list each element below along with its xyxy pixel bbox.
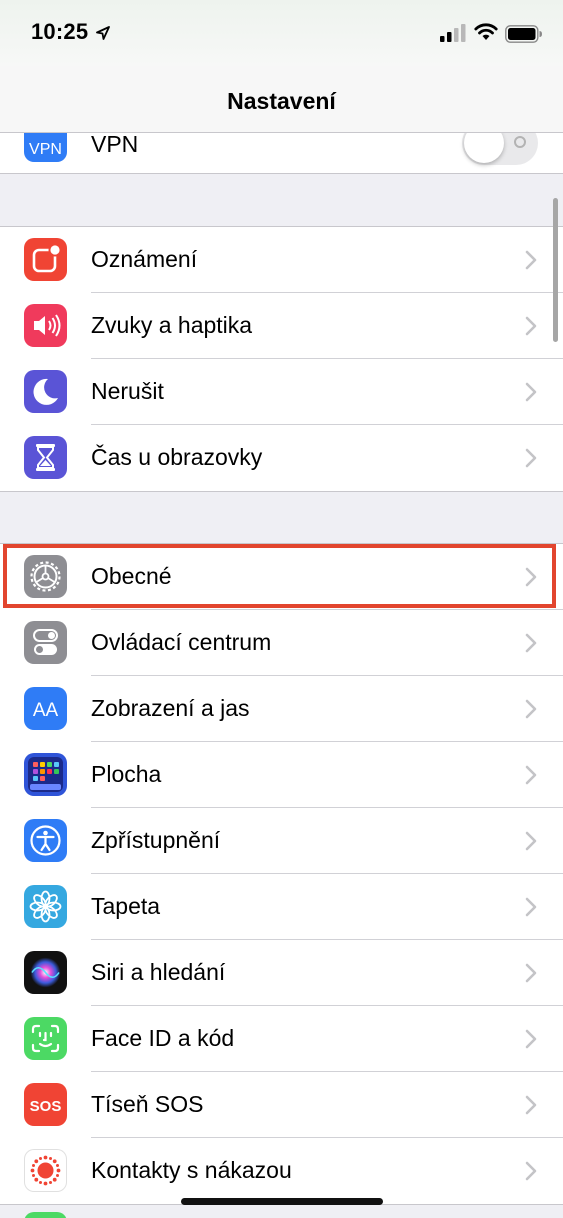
settings-row-emergency-sos[interactable]: SOS Tíseň SOS [0, 1072, 563, 1138]
settings-row-label: VPN [91, 131, 139, 157]
settings-row-home-screen[interactable]: Plocha [0, 742, 563, 808]
chevron-right-icon [525, 831, 537, 851]
settings-row-screen-time[interactable]: Čas u obrazovky [0, 425, 563, 491]
chevron-right-icon [525, 382, 537, 402]
settings-row-sounds[interactable]: Zvuky a haptika [0, 293, 563, 359]
settings-row-siri[interactable]: Siri a hledání [0, 940, 563, 1006]
moon-icon [24, 370, 67, 413]
settings-row-exposure[interactable]: Kontakty s nákazou [0, 1138, 563, 1204]
highlight-box [3, 544, 556, 608]
settings-row-control-center[interactable]: Ovládací centrum [0, 610, 563, 676]
settings-row-label: Nerušit [91, 378, 164, 404]
next-row-icon-peek [24, 1212, 67, 1218]
siri-icon [24, 951, 67, 994]
chevron-right-icon [525, 963, 537, 983]
exposure-icon [24, 1149, 67, 1192]
display-icon-text: AA [33, 700, 59, 721]
sounds-icon [24, 304, 67, 347]
settings-row-label: Face ID a kód [91, 1025, 235, 1051]
notifications-icon [24, 238, 67, 281]
face-id-icon [24, 1017, 67, 1060]
chevron-right-icon [525, 633, 537, 653]
settings-row-display[interactable]: AA Zobrazení a jas [0, 676, 563, 742]
hourglass-icon [24, 436, 67, 479]
vpn-icon-text: VPN [29, 141, 62, 158]
settings-row-label: Siri a hledání [91, 959, 226, 985]
settings-group-notifications: Oznámení Zvuky a haptika Nerušit Čas u o… [0, 226, 563, 492]
settings-row-label: Zobrazení a jas [91, 695, 250, 721]
chevron-right-icon [525, 1095, 537, 1115]
accessibility-icon [24, 819, 67, 862]
sos-icon-text: SOS [30, 1098, 62, 1115]
chevron-right-icon [525, 1029, 537, 1049]
settings-row-label: Oznámení [91, 246, 198, 272]
chevron-right-icon [525, 448, 537, 468]
sos-icon: SOS [24, 1083, 67, 1126]
battery-icon [505, 25, 542, 43]
chevron-right-icon [525, 316, 537, 336]
settings-row-accessibility[interactable]: Zpřístupnění [0, 808, 563, 874]
page-title: Nastavení [227, 88, 336, 114]
settings-row-notifications[interactable]: Oznámení [0, 227, 563, 293]
display-icon: AA [24, 687, 67, 730]
home-indicator[interactable] [181, 1198, 383, 1205]
settings-group-general: Obecné Ovládací centrum AA Zobrazení a j… [0, 543, 563, 1205]
settings-row-label: Tapeta [91, 893, 161, 919]
settings-row-label: Ovládací centrum [91, 629, 272, 655]
chevron-right-icon [525, 765, 537, 785]
chevron-right-icon [525, 699, 537, 719]
settings-row-label: Kontakty s nákazou [91, 1157, 292, 1183]
navigation-bar: Nastavení [0, 66, 563, 133]
chevron-right-icon [525, 250, 537, 270]
location-arrow-icon [96, 26, 110, 40]
chevron-right-icon [525, 897, 537, 917]
home-screen-icon [24, 753, 67, 796]
wallpaper-icon [24, 885, 67, 928]
settings-screen: 10:25 Nastavení VPN VPN Oznámení Zvuky a… [0, 0, 563, 1218]
chevron-right-icon [525, 1161, 537, 1181]
settings-row-do-not-disturb[interactable]: Nerušit [0, 359, 563, 425]
settings-row-label: Tíseň SOS [91, 1091, 204, 1117]
status-bar: 10:25 [0, 0, 563, 66]
settings-row-label: Zpřístupnění [91, 827, 221, 853]
wifi-icon [474, 23, 498, 40]
cellular-signal-icon [440, 24, 466, 42]
settings-row-label: Zvuky a haptika [91, 312, 253, 338]
status-time: 10:25 [31, 19, 89, 44]
scroll-indicator[interactable] [553, 198, 558, 342]
settings-row-label: Čas u obrazovky [91, 444, 263, 470]
toggle-off-indicator-icon [514, 136, 526, 148]
settings-row-wallpaper[interactable]: Tapeta [0, 874, 563, 940]
settings-row-label: Plocha [91, 761, 162, 787]
settings-row-face-id[interactable]: Face ID a kód [0, 1006, 563, 1072]
control-center-icon [24, 621, 67, 664]
